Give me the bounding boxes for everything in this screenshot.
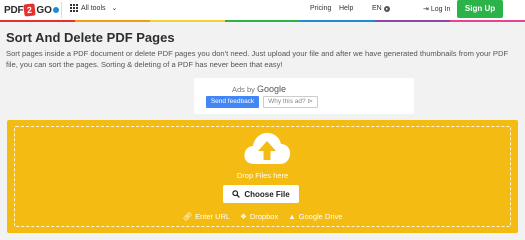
send-feedback-button[interactable]: Send feedback: [206, 96, 259, 108]
rainbow-segment: [375, 20, 450, 22]
rainbow-segment: [450, 20, 525, 22]
cloud-upload-icon: [244, 132, 291, 164]
all-tools-menu[interactable]: All tools ⌄: [70, 4, 117, 12]
language-globe-icon: ●: [383, 5, 390, 12]
enter-url-option[interactable]: 🔗︎ Enter URL: [183, 212, 231, 221]
grid-icon: [70, 4, 78, 12]
ad-box: Ads by Google Send feedback Why this ad?…: [194, 78, 414, 114]
google-drive-option[interactable]: ▲ Google Drive: [288, 212, 342, 221]
choose-file-label: Choose File: [244, 189, 290, 199]
globe-icon: [52, 7, 59, 13]
header-divider: [61, 2, 62, 18]
login-link[interactable]: ⇥ Log In: [423, 5, 451, 14]
page-description: Sort pages inside a PDF document or dele…: [6, 49, 509, 69]
signup-button[interactable]: Sign Up: [457, 0, 503, 18]
nav-pricing[interactable]: Pricing: [310, 5, 331, 12]
rainbow-segment: [150, 20, 225, 22]
language-selector[interactable]: EN ●: [372, 5, 390, 12]
rainbow-segment: [225, 20, 300, 22]
logo-text-pdf: PDF: [4, 4, 24, 16]
page-title: Sort And Delete PDF Pages: [6, 30, 175, 45]
login-icon: ⇥: [423, 6, 429, 13]
rainbow-segment: [75, 20, 150, 22]
google-brand: Google: [257, 84, 287, 94]
upload-sources: 🔗︎ Enter URL ❖ Dropbox ▲ Google Drive: [0, 212, 525, 221]
choose-file-button[interactable]: Choose File: [223, 185, 299, 203]
why-this-ad-button[interactable]: Why this ad? ⊳: [263, 96, 318, 108]
nav-help[interactable]: Help: [339, 5, 353, 12]
rainbow-strip: [0, 20, 525, 22]
all-tools-label: All tools: [81, 4, 106, 12]
login-label: Log In: [430, 5, 451, 13]
language-label: EN: [372, 5, 382, 12]
top-header: PDF 2 GO All tools ⌄ Pricing Help EN ● ⇥…: [0, 0, 525, 20]
logo-text-go: GO: [36, 4, 52, 16]
dropbox-label: Dropbox: [249, 212, 279, 221]
google-drive-label: Google Drive: [298, 212, 343, 221]
chevron-down-icon: ⌄: [111, 5, 118, 12]
rainbow-segment: [300, 20, 375, 22]
ads-by-text: Ads by: [232, 85, 255, 94]
search-icon: [232, 190, 241, 198]
drop-files-label: Drop Files here: [236, 171, 289, 180]
pdf2go-logo[interactable]: PDF 2 GO: [4, 3, 59, 17]
ads-by-label: Ads by Google: [232, 84, 286, 94]
rainbow-segment: [0, 20, 75, 22]
dropbox-icon: ❖: [240, 212, 247, 221]
link-icon: 🔗︎: [182, 212, 193, 221]
enter-url-label: Enter URL: [195, 212, 231, 221]
google-drive-icon: ▲: [288, 212, 296, 221]
dropbox-option[interactable]: ❖ Dropbox: [240, 212, 278, 221]
logo-text-2: 2: [23, 3, 37, 17]
